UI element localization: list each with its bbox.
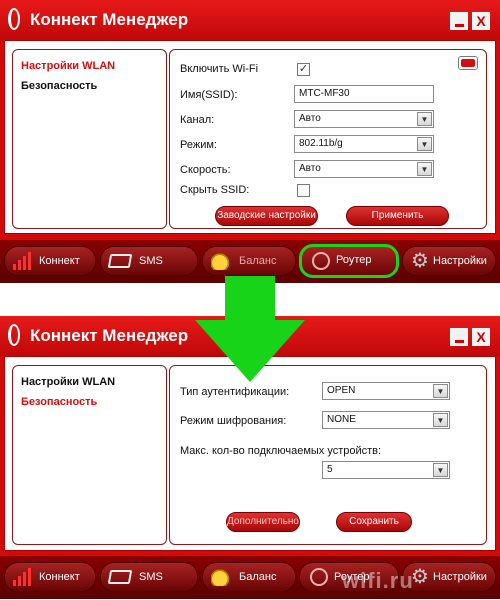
enable-wifi-checkbox[interactable]: ✓ — [297, 63, 310, 76]
tab-balance-label: Баланс — [239, 255, 277, 267]
envelope-icon — [107, 254, 133, 268]
max-devices-select[interactable]: 5 ▼ — [322, 461, 450, 479]
arrow-down-icon — [195, 276, 305, 382]
security-settings-panel: Тип аутентификации: OPEN ▼ Режим шифрова… — [169, 365, 487, 545]
antenna-icon — [310, 568, 328, 586]
tab-router[interactable]: Роутер — [299, 244, 399, 278]
speed-select-value: Авто — [299, 163, 321, 174]
close-button[interactable]: X — [472, 328, 490, 346]
watermark-text: wifi.ru — [342, 568, 414, 593]
nav-item-security[interactable]: Безопасность — [21, 396, 97, 408]
chevron-down-icon[interactable]: ▼ — [417, 162, 432, 176]
ssid-label: Имя(SSID): — [180, 89, 238, 101]
minimize-button[interactable] — [450, 12, 468, 30]
bottom-tab-bar: Коннект SMS Баланс Роутер ⚙ Настройки — [0, 556, 500, 599]
antenna-icon — [312, 252, 330, 270]
speed-select[interactable]: Авто ▼ — [294, 160, 434, 178]
signal-bars-icon — [13, 568, 35, 586]
hide-ssid-label: Скрыть SSID: — [180, 184, 250, 196]
tab-connect[interactable]: Коннект — [4, 246, 96, 276]
channel-select-value: Авто — [299, 113, 321, 124]
hide-ssid-checkbox[interactable] — [297, 184, 310, 197]
tab-settings[interactable]: ⚙ Настройки — [402, 246, 496, 276]
tab-connect[interactable]: Коннект — [4, 562, 96, 592]
nav-item-security[interactable]: Безопасность — [21, 80, 97, 92]
tab-sms-label: SMS — [139, 255, 163, 267]
auth-type-label: Тип аутентификации: — [180, 386, 290, 398]
envelope-icon — [107, 570, 133, 584]
flag-icon[interactable] — [458, 56, 478, 70]
encryption-mode-select[interactable]: NONE ▼ — [322, 411, 450, 429]
gear-icon: ⚙ — [411, 250, 429, 272]
encryption-mode-value: NONE — [327, 414, 356, 425]
speed-label: Скорость: — [180, 164, 231, 176]
mode-select[interactable]: 802.11b/g ▼ — [294, 135, 434, 153]
tab-connect-label: Коннект — [39, 571, 80, 583]
content-area: Настройки WLAN Безопасность Тип аутентиф… — [4, 356, 496, 551]
window-title: Коннект Менеджер — [30, 10, 189, 29]
chevron-down-icon[interactable]: ▼ — [433, 384, 448, 398]
nav-item-wlan-settings[interactable]: Настройки WLAN — [21, 60, 115, 72]
chevron-down-icon[interactable]: ▼ — [433, 463, 448, 477]
chevron-down-icon[interactable]: ▼ — [417, 137, 432, 151]
tab-balance[interactable]: Баланс — [202, 246, 296, 276]
operator-logo-icon — [8, 324, 20, 346]
auth-type-select[interactable]: OPEN ▼ — [322, 382, 450, 400]
encryption-mode-label: Режим шифрования: — [180, 415, 287, 427]
coins-icon — [211, 568, 233, 586]
tab-router-label: Роутер — [336, 254, 372, 266]
operator-logo-icon — [8, 8, 20, 30]
minimize-icon — [454, 24, 464, 27]
save-button[interactable]: Сохранить — [336, 512, 412, 532]
auth-type-value: OPEN — [327, 385, 356, 396]
window-title: Коннект Менеджер — [30, 326, 189, 345]
channel-select[interactable]: Авто ▼ — [294, 110, 434, 128]
tab-settings-label: Настройки — [433, 571, 487, 583]
coins-icon — [211, 252, 233, 270]
settings-nav: Настройки WLAN Безопасность — [12, 365, 167, 545]
tab-balance-label: Баланс — [239, 571, 277, 583]
mode-select-value: 802.11b/g — [299, 138, 343, 149]
tab-settings-label: Настройки — [433, 255, 487, 267]
gear-icon: ⚙ — [411, 566, 429, 588]
enable-wifi-label: Включить Wi-Fi — [180, 63, 259, 75]
connect-manager-window-wlan: Коннект Менеджер X Настройки WLAN Безопа… — [0, 0, 500, 283]
chevron-down-icon[interactable]: ▼ — [417, 112, 432, 126]
minimize-button[interactable] — [450, 328, 468, 346]
mode-label: Режим: — [180, 139, 217, 151]
max-devices-label: Макс. кол-во подключаемых устройств: — [180, 445, 382, 457]
channel-label: Канал: — [180, 114, 215, 126]
apply-button[interactable]: Применить — [346, 206, 449, 226]
tab-balance[interactable]: Баланс — [202, 562, 296, 592]
max-devices-value: 5 — [327, 464, 333, 475]
tab-settings[interactable]: ⚙ Настройки — [402, 562, 496, 592]
tab-connect-label: Коннект — [39, 255, 80, 267]
tab-sms[interactable]: SMS — [100, 562, 198, 592]
settings-nav: Настройки WLAN Безопасность — [12, 49, 167, 229]
advanced-button[interactable]: Дополнительно — [226, 512, 300, 532]
signal-bars-icon — [13, 252, 35, 270]
tab-sms-label: SMS — [139, 571, 163, 583]
factory-settings-button[interactable]: Заводские настройки — [215, 206, 318, 226]
wlan-settings-panel: Включить Wi-Fi ✓ Имя(SSID): MTC-MF30 Кан… — [169, 49, 487, 229]
chevron-down-icon[interactable]: ▼ — [433, 413, 448, 427]
content-area: Настройки WLAN Безопасность Включить Wi-… — [4, 40, 496, 234]
close-button[interactable]: X — [472, 12, 490, 30]
tab-sms[interactable]: SMS — [100, 246, 198, 276]
nav-item-wlan-settings[interactable]: Настройки WLAN — [21, 376, 115, 388]
ssid-input[interactable]: MTC-MF30 — [294, 85, 434, 103]
title-bar[interactable]: Коннект Менеджер X — [0, 0, 500, 40]
minimize-icon — [454, 340, 464, 343]
